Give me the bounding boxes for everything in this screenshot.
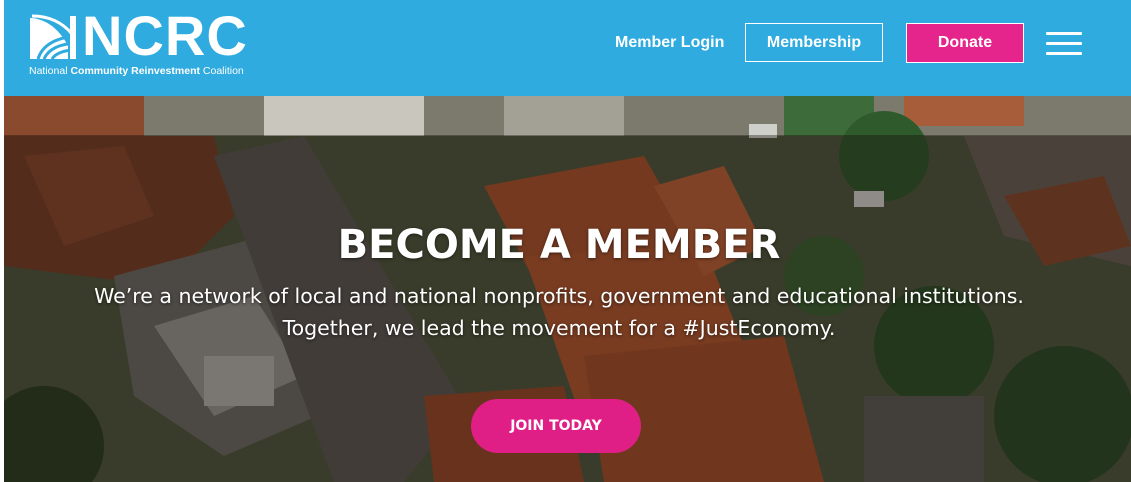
member-login-link[interactable]: Member Login xyxy=(615,34,724,52)
join-today-button[interactable]: JOIN TODAY xyxy=(471,399,641,453)
donate-button[interactable]: Donate xyxy=(906,23,1024,63)
site-header: NCRC National Community Reinvestment Coa… xyxy=(4,0,1131,96)
hero-banner: BECOME A MEMBER We’re a network of local… xyxy=(4,96,1131,482)
membership-button[interactable]: Membership xyxy=(745,23,883,62)
hamburger-menu-icon[interactable] xyxy=(1046,32,1082,56)
hero-title: BECOME A MEMBER xyxy=(337,222,781,268)
ncrc-logo[interactable]: NCRC National Community Reinvestment Coa… xyxy=(28,8,268,78)
hero-description-line2: Together, we lead the movement for a #Ju… xyxy=(282,316,836,340)
logo-wordmark: NCRC xyxy=(82,4,248,67)
page: NCRC National Community Reinvestment Coa… xyxy=(4,0,1131,482)
ncrc-logo-mark-icon xyxy=(30,14,77,60)
logo-subtitle: National Community Reinvestment Coalitio… xyxy=(29,65,244,77)
hero-description-line1: We’re a network of local and national no… xyxy=(94,284,1024,308)
logo-subtitle-suffix: Coalition xyxy=(199,65,244,77)
logo-subtitle-bold: Community Reinvestment xyxy=(70,65,200,77)
logo-subtitle-prefix: National xyxy=(29,65,71,77)
